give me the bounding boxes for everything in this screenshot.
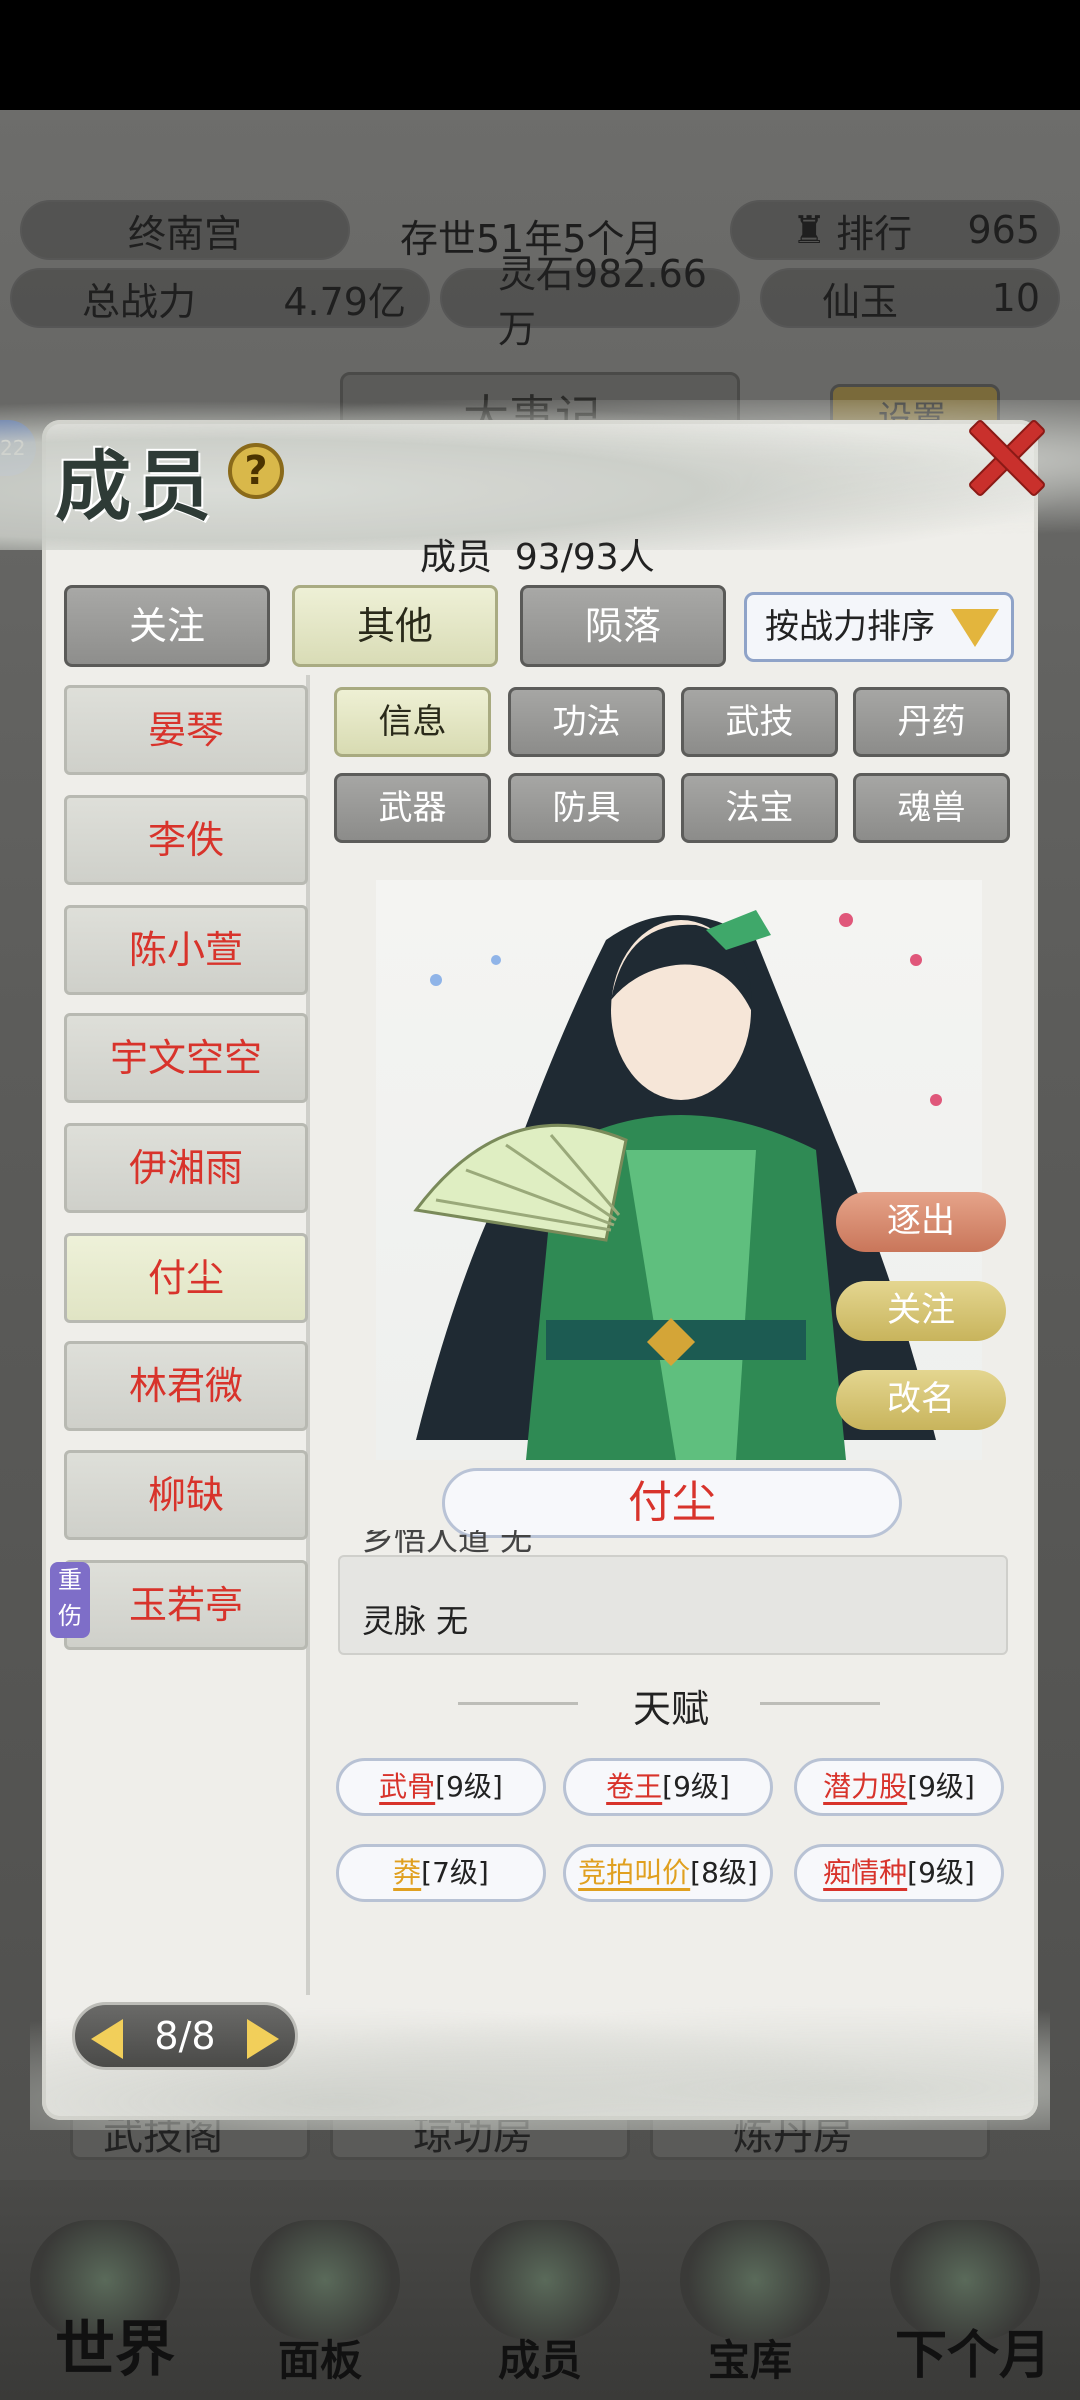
tab-follow[interactable]: 关注 [64, 585, 270, 667]
nav-panel[interactable]: 面板 [278, 2327, 362, 2388]
follow-button[interactable]: 关注 [836, 1281, 1006, 1341]
subtab-info[interactable]: 信息 [334, 687, 491, 757]
member-icon [470, 2220, 620, 2340]
pager-value: 8/8 [154, 2014, 216, 2058]
dialog-title: 成员 [55, 442, 215, 531]
member-item-selected[interactable]: 付尘 [64, 1233, 308, 1323]
rank-label: 排行 [836, 211, 913, 256]
sort-dropdown[interactable]: 按战力排序 [744, 592, 1014, 662]
talent-level: [9级] [907, 1856, 975, 1889]
subtab-weapon[interactable]: 武器 [334, 773, 491, 843]
talent-name: 卷王 [606, 1770, 663, 1803]
talent-badge[interactable]: 竞拍叫价[8级] [563, 1844, 773, 1902]
help-icon[interactable]: ? [228, 443, 284, 499]
subtab-martial[interactable]: 武技 [681, 687, 838, 757]
info-cut-line: 乡悟人道 无 [362, 1530, 532, 1560]
member-item[interactable]: 晏琴 [64, 685, 308, 775]
sect-name: 终南宫 [127, 211, 242, 256]
talent-name: 莽 [393, 1856, 422, 1889]
talent-badge[interactable]: 潜力股[9级] [794, 1758, 1004, 1816]
subtab-technique[interactable]: 功法 [508, 687, 665, 757]
spirit-stone-plate: 灵石982.66万 [440, 252, 740, 351]
talent-level: [9级] [435, 1770, 503, 1803]
subtab-beast[interactable]: 魂兽 [853, 773, 1010, 843]
subtab-artifact[interactable]: 法宝 [681, 773, 838, 843]
talent-title: 天赋 [633, 1687, 710, 1731]
member-count: 成员 93/93人 [420, 528, 655, 580]
tab-fallen[interactable]: 陨落 [520, 585, 726, 667]
nav-members[interactable]: 成员 [498, 2327, 582, 2388]
talent-name: 潜力股 [823, 1770, 908, 1803]
member-item[interactable]: 玉若亭 [64, 1560, 308, 1650]
member-item[interactable]: 宇文空空 [64, 1013, 308, 1103]
member-item[interactable]: 李佚 [64, 795, 308, 885]
talent-level: [9级] [907, 1770, 975, 1803]
pager: 8/8 [72, 2002, 298, 2070]
nav-world[interactable]: 世界 [55, 2301, 175, 2388]
status-bar [0, 0, 1080, 110]
talent-badge[interactable]: 武骨[9级] [336, 1758, 546, 1816]
talent-level: [7级] [421, 1856, 489, 1889]
chevron-down-icon [951, 609, 999, 647]
rank-plate: ♜ 排行 965 [730, 200, 1060, 260]
power-label: 总战力 [82, 279, 197, 324]
subtab-pill[interactable]: 丹药 [853, 687, 1010, 757]
nav-treasury[interactable]: 宝库 [708, 2327, 792, 2388]
tab-other[interactable]: 其他 [292, 585, 498, 667]
divider-left [458, 1702, 578, 1705]
nav-next-month[interactable]: 下个月 [895, 2313, 1051, 2388]
member-item[interactable]: 林君微 [64, 1341, 308, 1431]
member-item[interactable]: 柳缺 [64, 1450, 308, 1540]
sect-name-plate: 终南宫 [20, 200, 350, 260]
member-count-label: 成员 [420, 537, 493, 578]
talent-level: [8级] [690, 1856, 758, 1889]
power-plate: 总战力 4.79亿 [10, 268, 430, 328]
spirit-stone-value: 灵石982.66万 [498, 252, 707, 351]
spirit-vein-line: 灵脉 无 [362, 1602, 469, 1640]
bottom-nav: 世界 面板 成员 宝库 下个月 [0, 2180, 1080, 2400]
member-item[interactable]: 陈小萱 [64, 905, 308, 995]
next-page-icon[interactable] [247, 2019, 279, 2059]
rank-value: 965 [967, 208, 1040, 252]
talent-name: 痴情种 [823, 1856, 908, 1889]
treasury-icon [680, 2220, 830, 2340]
prev-page-icon[interactable] [91, 2019, 123, 2059]
subtab-armor[interactable]: 防具 [508, 773, 665, 843]
power-value: 4.79亿 [283, 279, 406, 324]
divider-right [760, 1702, 880, 1705]
talent-name: 竞拍叫价 [578, 1856, 691, 1889]
jade-value: 10 [991, 276, 1040, 320]
expel-button[interactable]: 逐出 [836, 1192, 1006, 1252]
rename-button[interactable]: 改名 [836, 1370, 1006, 1430]
game-screen: 终南宫 存世51年5个月 ♜ 排行 965 总战力 4.79亿 灵石982.66… [0, 0, 1080, 2400]
selected-member-name: 付尘 [442, 1468, 902, 1538]
member-count-value: 93/93人 [514, 537, 655, 578]
talent-badge[interactable]: 莽[7级] [336, 1844, 546, 1902]
talent-badge[interactable]: 痴情种[9级] [794, 1844, 1004, 1902]
member-item[interactable]: 伊湘雨 [64, 1123, 308, 1213]
rank-icon: ♜ [792, 208, 827, 252]
sort-label: 按战力排序 [765, 607, 935, 647]
injury-badge: 重伤 [50, 1562, 90, 1638]
talent-level: [9级] [662, 1770, 730, 1803]
jade-plate: 仙玉 10 [760, 268, 1060, 328]
talent-badge[interactable]: 卷王[9级] [563, 1758, 773, 1816]
jade-label: 仙玉 [822, 279, 899, 324]
talent-name: 武骨 [379, 1770, 436, 1803]
close-icon[interactable] [962, 415, 1042, 495]
info-cut-text: 乡悟人道 无 [362, 1530, 533, 1558]
panel-icon [250, 2220, 400, 2340]
